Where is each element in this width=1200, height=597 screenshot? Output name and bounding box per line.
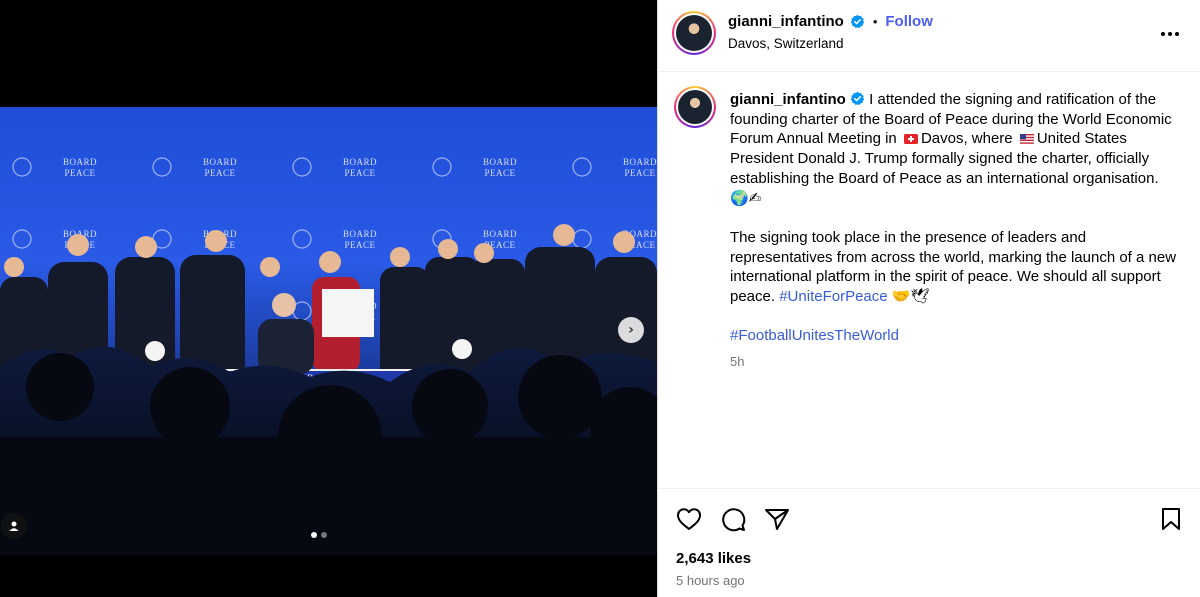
follow-button[interactable]: Follow [885,13,933,30]
post-side-panel: gianni_infantino • Follow Davos, Switzer… [657,0,1200,597]
carousel-dot-2 [321,532,327,538]
heart-icon [677,508,701,530]
post-header: gianni_infantino • Follow Davos, Switzer… [658,0,1200,72]
hashtag-unite-for-peace[interactable]: #UniteForPeace [779,288,887,305]
comment-button[interactable] [719,505,747,533]
user-icon [9,521,19,531]
like-button[interactable] [675,505,703,533]
share-button[interactable] [763,505,791,533]
location-link[interactable]: Davos, Switzerland [728,36,844,51]
carousel-next-button[interactable]: › [618,317,644,343]
actions-bar: 2,643 likes 5 hours ago [658,488,1200,597]
post-timestamp[interactable]: 5 hours ago [676,573,745,588]
header-user-row: gianni_infantino • Follow [728,13,933,30]
separator-dot: • [872,14,878,29]
caption-username[interactable]: gianni_infantino [730,91,846,108]
avatar[interactable] [672,11,716,55]
send-icon [765,509,789,530]
verified-badge-icon [850,14,865,28]
media-panel: BOARD PEACE [0,0,657,597]
hashtag-football-unites-the-world[interactable]: #FootballUnitesTheWorld [730,327,899,344]
likes-count[interactable]: 2,643 likes [676,550,751,567]
caption-part-2: Davos, where [920,130,1013,148]
bookmark-icon [1162,508,1180,530]
carousel-indicator [311,532,327,538]
post-photo[interactable]: BOARD PEACE [0,107,657,555]
caption-emoji-handshake-dove: 🤝🕊 [891,288,930,306]
caption-avatar[interactable] [674,86,716,128]
caption-relative-time[interactable]: 5h [730,352,1180,372]
save-button[interactable] [1157,505,1185,533]
carousel-dot-1 [311,532,317,538]
caption-text: gianni_infantino I attended the signing … [730,90,1180,372]
instagram-post: BOARD PEACE [0,0,1200,597]
swiss-flag-icon [903,134,918,145]
chevron-right-icon: › [628,322,634,338]
more-options-button[interactable] [1158,22,1182,46]
tagged-users-button[interactable] [1,513,27,539]
us-flag-icon [1019,134,1034,145]
header-username[interactable]: gianni_infantino [728,13,844,30]
caption-emoji-globe-writing: 🌍✍ [730,189,762,207]
verified-badge-icon [850,91,865,105]
comment-icon [722,508,746,532]
more-horizontal-icon [1161,32,1179,36]
photo-scene: BOARD PEACE [0,107,657,555]
